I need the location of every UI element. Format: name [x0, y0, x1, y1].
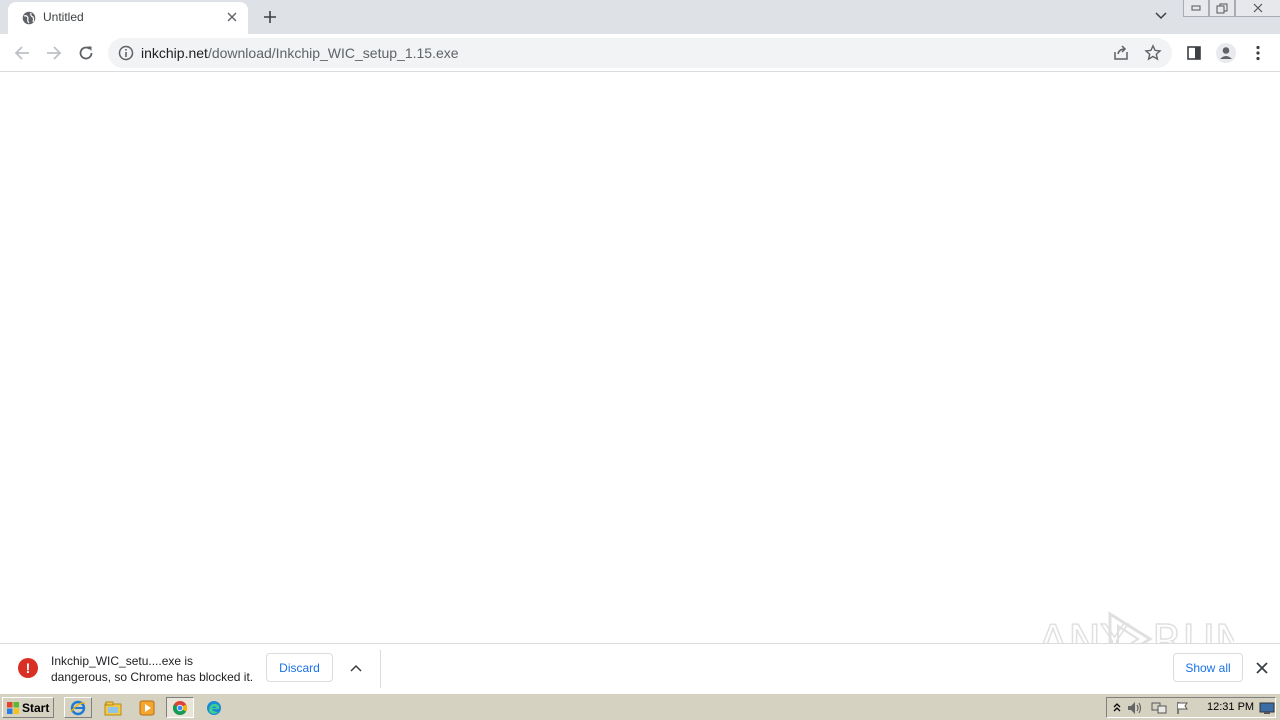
system-tray: 12:31 PM: [1106, 697, 1276, 718]
page-content: [0, 72, 1280, 643]
tab-strip: Untitled: [0, 0, 1280, 34]
reload-icon[interactable]: [74, 41, 98, 65]
tab-close-icon[interactable]: [224, 9, 240, 25]
internet-explorer-icon[interactable]: [64, 697, 92, 718]
start-label: Start: [22, 700, 50, 715]
edge-taskbar-icon[interactable]: [200, 697, 228, 718]
tab-search-chevron-icon[interactable]: [1151, 6, 1171, 26]
windows-taskbar: Start 12:31 PM: [0, 693, 1280, 720]
window-controls: [1183, 0, 1280, 18]
download-status-line1: Inkchip_WIC_setu....exe is: [51, 654, 194, 668]
url-host: inkchip.net: [141, 45, 208, 61]
taskbar-clock[interactable]: 12:31 PM: [1207, 701, 1254, 713]
volume-speaker-icon[interactable]: [1127, 701, 1143, 715]
file-explorer-icon[interactable]: [99, 697, 127, 718]
back-arrow-icon[interactable]: [10, 41, 34, 65]
forward-arrow-icon[interactable]: [42, 41, 66, 65]
danger-warning-icon: !: [18, 658, 38, 678]
globe-icon: [22, 11, 36, 25]
media-player-icon[interactable]: [133, 697, 161, 718]
bookmark-star-icon[interactable]: [1144, 44, 1162, 62]
minimize-button[interactable]: [1183, 0, 1209, 17]
url-path: /download/Inkchip_WIC_setup_1.15.exe: [207, 45, 459, 61]
chrome-taskbar-icon[interactable]: [166, 697, 194, 718]
browser-toolbar: inkchip.net/download/Inkchip_WIC_setup_1…: [0, 34, 1280, 72]
url-text: inkchip.net/download/Inkchip_WIC_setup_1…: [141, 45, 459, 61]
menu-kebab-icon[interactable]: [1246, 41, 1270, 65]
chevron-up-icon[interactable]: [347, 659, 365, 677]
windows-logo-icon: [7, 701, 19, 714]
start-button[interactable]: Start: [2, 697, 54, 718]
new-tab-button[interactable]: [259, 6, 281, 28]
site-info-icon[interactable]: [118, 45, 134, 61]
action-center-flag-icon[interactable]: [1175, 701, 1191, 715]
show-desktop-icon[interactable]: [1259, 701, 1275, 715]
close-shelf-icon[interactable]: [1253, 659, 1271, 677]
download-item-status[interactable]: Inkchip_WIC_setu....exe is dangerous, so…: [51, 653, 253, 685]
show-all-button[interactable]: Show all: [1173, 653, 1243, 682]
address-bar[interactable]: inkchip.net/download/Inkchip_WIC_setup_1…: [108, 38, 1172, 68]
shelf-divider: [380, 650, 381, 688]
side-panel-icon[interactable]: [1182, 41, 1206, 65]
tab-title: Untitled: [43, 10, 84, 24]
close-window-button[interactable]: [1235, 0, 1280, 17]
discard-button[interactable]: Discard: [266, 653, 333, 682]
download-status-line2: dangerous, so Chrome has blocked it.: [51, 670, 254, 684]
restore-button[interactable]: [1209, 0, 1235, 17]
download-shelf: ! Inkchip_WIC_setu....exe is dangerous, …: [0, 643, 1280, 693]
tab-untitled[interactable]: Untitled: [8, 2, 248, 34]
show-hidden-icons-arrow-icon[interactable]: [1109, 701, 1125, 715]
network-icon[interactable]: [1151, 701, 1167, 715]
share-icon[interactable]: [1112, 44, 1130, 62]
profile-avatar-icon[interactable]: [1214, 41, 1238, 65]
